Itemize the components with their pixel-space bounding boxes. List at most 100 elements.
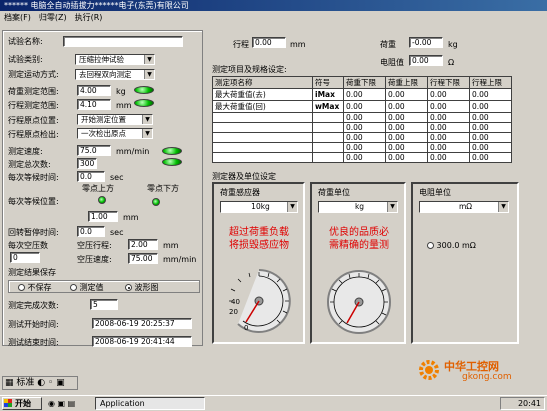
zero-up-led[interactable] bbox=[98, 196, 106, 204]
cell[interactable]: 0.00 bbox=[427, 122, 470, 133]
air-press-input[interactable]: 0 bbox=[10, 252, 40, 263]
cell[interactable]: 0.00 bbox=[343, 132, 386, 143]
cell[interactable] bbox=[312, 112, 344, 123]
cell[interactable]: 0.00 bbox=[469, 142, 512, 153]
cell[interactable] bbox=[212, 152, 313, 163]
cell[interactable]: 0.00 bbox=[427, 142, 470, 153]
total-count-input[interactable]: 300 bbox=[77, 158, 97, 169]
test-type-label: 试验类别: bbox=[8, 55, 43, 64]
ime-toolbar[interactable]: ▦ 标准 ◐ ◦ ▣ bbox=[2, 376, 78, 390]
unit-gauge bbox=[327, 270, 391, 334]
cell[interactable]: 0.00 bbox=[343, 88, 386, 101]
title-bar: ****** 电脑全自动插拔力******电子(东莞)有限公司 bbox=[0, 0, 547, 11]
sensor-title: 测定器及单位设定 bbox=[212, 172, 276, 181]
cell[interactable]: 0.00 bbox=[427, 88, 470, 101]
table-row[interactable]: 0.00 0.00 0.00 0.00 bbox=[212, 142, 512, 153]
cell[interactable] bbox=[312, 132, 344, 143]
save-option-waveform[interactable]: 波形图 bbox=[125, 283, 159, 292]
cell[interactable]: 0.00 bbox=[385, 122, 428, 133]
cell[interactable]: 0.00 bbox=[385, 132, 428, 143]
air-stroke-label: 空压行程: bbox=[77, 241, 112, 250]
cell[interactable]: 0.00 bbox=[469, 88, 512, 101]
cell[interactable]: 0.00 bbox=[469, 100, 512, 113]
cell[interactable]: 0.00 bbox=[385, 112, 428, 123]
air-stroke-input[interactable]: 2.00 bbox=[128, 239, 158, 250]
system-tray-clock: 20:41 bbox=[500, 397, 545, 410]
motion-select[interactable]: 去回程双向测定 ▼ bbox=[75, 69, 155, 80]
resist-unit-select[interactable]: mΩ ▼ bbox=[419, 201, 509, 213]
stroke-range-input[interactable]: 4.10 bbox=[77, 99, 111, 110]
load-unit-select[interactable]: kg ▼ bbox=[318, 201, 398, 213]
origin-detect-select[interactable]: 一次检出原点 ▼ bbox=[77, 128, 153, 139]
cell[interactable]: 0.00 bbox=[427, 112, 470, 123]
test-type-select[interactable]: 压缩拉伸试验 ▼ bbox=[75, 54, 155, 65]
windows-logo-icon bbox=[4, 399, 12, 407]
cell[interactable]: 0.00 bbox=[469, 152, 512, 163]
cell[interactable]: 0.00 bbox=[469, 112, 512, 123]
load-sensor-select[interactable]: 10kg ▼ bbox=[220, 201, 298, 213]
cell[interactable]: 0.00 bbox=[343, 112, 386, 123]
load-readout-value: -0.00 bbox=[409, 37, 443, 48]
cell[interactable] bbox=[312, 122, 344, 133]
stroke-origin-label: 行程原点位置: bbox=[8, 116, 59, 125]
resist-unit-label: 电阻单位 bbox=[419, 188, 451, 197]
cell[interactable] bbox=[312, 142, 344, 153]
speed-input[interactable]: 75.0 bbox=[77, 145, 111, 156]
return-pause-input[interactable]: 0.0 bbox=[77, 226, 105, 237]
cell[interactable] bbox=[212, 112, 313, 123]
menu-file[interactable]: 档案(F) bbox=[0, 11, 35, 25]
cell[interactable]: 最大荷重值(去) bbox=[212, 88, 313, 101]
cell[interactable]: wMax bbox=[312, 100, 344, 113]
wait-time-input[interactable]: 0.0 bbox=[77, 171, 105, 182]
air-speed-input[interactable]: 75.00 bbox=[128, 253, 158, 264]
cell[interactable]: 0.00 bbox=[385, 142, 428, 153]
cell[interactable] bbox=[212, 142, 313, 153]
load-sensor-box: 荷重感应器 10kg ▼ 超过荷重负载 将损毁感应物 20 40 0 bbox=[212, 182, 305, 344]
table-row[interactable]: 0.00 0.00 0.00 0.00 bbox=[212, 112, 512, 123]
cell[interactable]: 0.00 bbox=[343, 152, 386, 163]
cell[interactable] bbox=[212, 122, 313, 133]
stroke-readout-unit: mm bbox=[290, 40, 306, 49]
table-row[interactable]: 0.00 0.00 0.00 0.00 bbox=[212, 152, 512, 163]
cell[interactable]: 0.00 bbox=[343, 122, 386, 133]
cell[interactable]: 0.00 bbox=[343, 142, 386, 153]
cell[interactable]: 0.00 bbox=[385, 152, 428, 163]
resist-unit-box: 电阻单位 mΩ ▼ 300.0 mΩ bbox=[411, 182, 519, 344]
zero-down-led[interactable] bbox=[152, 198, 160, 206]
col-stroke-min: 行程下限 bbox=[427, 76, 470, 89]
col-symbol: 符号 bbox=[312, 76, 344, 89]
cell[interactable] bbox=[212, 132, 313, 143]
stroke-origin-select[interactable]: 开始测定位置 ▼ bbox=[77, 114, 153, 125]
table-row[interactable]: 0.00 0.00 0.00 0.00 bbox=[212, 122, 512, 133]
load-range-input[interactable]: 4.00 bbox=[77, 85, 111, 96]
return-pause-label: 回转暂停时间: bbox=[8, 228, 59, 237]
cell[interactable]: 0.00 bbox=[427, 132, 470, 143]
cell[interactable]: 0.00 bbox=[427, 100, 470, 113]
stroke-range-led bbox=[134, 99, 154, 107]
wait-pos-input[interactable]: 1.00 bbox=[88, 211, 118, 222]
menu-zero[interactable]: 归零(Z) bbox=[35, 11, 71, 25]
cell[interactable]: 最大荷重值(回) bbox=[212, 100, 313, 113]
table-row[interactable]: 最大荷重值(去) iMax 0.00 0.00 0.00 0.00 bbox=[212, 88, 512, 101]
cell[interactable] bbox=[312, 152, 344, 163]
taskbar-app-button[interactable]: Application bbox=[95, 397, 205, 410]
table-row[interactable]: 最大荷重值(回) wMax 0.00 0.00 0.00 0.00 bbox=[212, 100, 512, 113]
cell[interactable]: 0.00 bbox=[385, 88, 428, 101]
start-time-value: 2008-06-19 20:25:37 bbox=[92, 318, 192, 329]
save-option-values[interactable]: 测定值 bbox=[70, 283, 104, 292]
cell[interactable]: 0.00 bbox=[427, 152, 470, 163]
wait-pos-unit: mm bbox=[123, 213, 139, 222]
cell[interactable]: 0.00 bbox=[469, 132, 512, 143]
save-option-none[interactable]: 不保存 bbox=[18, 283, 52, 292]
test-name-input[interactable] bbox=[63, 36, 183, 47]
cell[interactable]: iMax bbox=[312, 88, 344, 101]
menu-run[interactable]: 执行(R) bbox=[71, 11, 107, 25]
quicklaunch-icons[interactable]: ◉ ▣ ▤ bbox=[48, 398, 92, 410]
gear-icon bbox=[419, 360, 439, 380]
resist-option-radio[interactable]: 300.0 mΩ bbox=[427, 241, 476, 250]
cell[interactable]: 0.00 bbox=[385, 100, 428, 113]
cell[interactable]: 0.00 bbox=[469, 122, 512, 133]
cell[interactable]: 0.00 bbox=[343, 100, 386, 113]
table-row[interactable]: 0.00 0.00 0.00 0.00 bbox=[212, 132, 512, 143]
save-label: 测定结果保存 bbox=[8, 268, 56, 277]
